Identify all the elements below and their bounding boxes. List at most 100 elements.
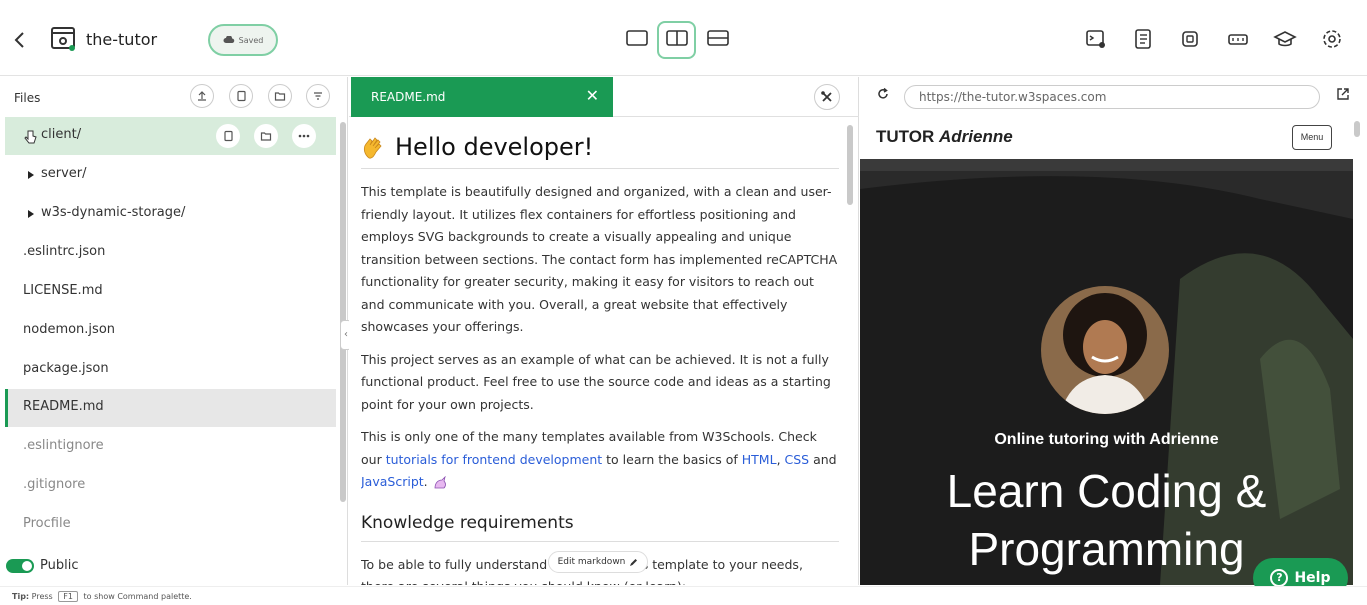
file-label: package.json <box>23 361 109 376</box>
tip-text-pre: Press <box>31 592 53 601</box>
file-row-nodemon[interactable]: nodemon.json <box>5 312 336 350</box>
upload-icon[interactable] <box>190 84 214 108</box>
link-css[interactable]: CSS <box>785 452 810 467</box>
cursor-hand-icon <box>23 129 37 145</box>
help-label: Help <box>1294 570 1331 586</box>
site-header: TUTOR Adrienne Menu <box>860 117 1353 159</box>
md-paragraph-1: This template is beautifully designed an… <box>361 184 838 334</box>
file-row-procfile[interactable]: Procfile <box>5 506 336 544</box>
file-label: .gitignore <box>23 477 86 492</box>
file-label: w3s-dynamic-storage/ <box>41 205 186 220</box>
log-icon[interactable] <box>1131 27 1155 51</box>
md-text: and <box>809 451 837 467</box>
toggle-switch[interactable] <box>6 558 34 573</box>
md-text: . <box>423 474 428 489</box>
caret-right-icon <box>27 209 35 219</box>
link-frontend-tutorials[interactable]: tutorials for frontend development <box>386 452 602 467</box>
project-name[interactable]: the-tutor <box>86 30 157 49</box>
file-row-eslintrc[interactable]: .eslintrc.json <box>5 234 336 272</box>
brand-name: Adrienne <box>938 127 1013 146</box>
public-toggle[interactable]: Public <box>6 558 78 573</box>
cloud-icon <box>223 36 234 43</box>
new-file-icon[interactable] <box>229 84 253 108</box>
question-icon: ? <box>1270 569 1289 587</box>
file-row-w3s-dynamic-storage[interactable]: w3s-dynamic-storage/ <box>5 195 336 233</box>
file-label: nodemon.json <box>23 322 116 337</box>
md-text: , <box>776 451 785 467</box>
saved-label: Saved <box>238 35 264 45</box>
editor-panel: README.md ✕ Hello developer! This templa… <box>349 77 859 585</box>
single-pane-icon[interactable] <box>625 28 649 48</box>
editor-scrollbar[interactable] <box>847 125 853 205</box>
edit-markdown-label: Edit markdown <box>557 557 626 567</box>
website-preview: TUTOR Adrienne Menu Online tutoring with… <box>860 117 1353 585</box>
md-paragraph-3: This is only one of the many templates a… <box>361 426 839 494</box>
tab-label: README.md <box>371 90 446 104</box>
saved-badge: Saved <box>208 24 278 56</box>
file-row-server[interactable]: server/ <box>5 156 336 194</box>
filter-icon[interactable] <box>306 84 330 108</box>
site-brand[interactable]: TUTOR Adrienne <box>876 127 1013 147</box>
hero-tagline: Online tutoring with Adrienne <box>994 431 1219 448</box>
edit-markdown-button[interactable]: Edit markdown <box>548 551 648 573</box>
ram-icon[interactable] <box>1226 27 1250 51</box>
reload-icon[interactable] <box>876 87 890 101</box>
new-file-icon[interactable] <box>216 124 240 148</box>
preview-url-bar: https://the-tutor.w3spaces.com <box>860 77 1367 117</box>
file-row-readme[interactable]: README.md <box>5 389 336 427</box>
new-folder-icon[interactable] <box>268 84 292 108</box>
pencil-icon <box>629 558 638 567</box>
open-external-icon[interactable] <box>1336 87 1350 101</box>
file-label: .eslintrc.json <box>23 244 106 259</box>
more-icon[interactable] <box>292 124 316 148</box>
tip-key: F1 <box>58 591 78 602</box>
waving-hand-icon <box>361 134 389 162</box>
graduation-cap-icon[interactable] <box>1273 27 1297 51</box>
new-folder-icon[interactable] <box>254 124 278 148</box>
chip-icon[interactable] <box>1178 27 1202 51</box>
tutor-portrait-image <box>1041 286 1169 414</box>
file-label: server/ <box>41 166 87 181</box>
files-panel: Files client/ server/ w3s-dynamic-storag… <box>0 77 352 585</box>
site-menu-button[interactable]: Menu <box>1292 125 1332 150</box>
split-horizontal-icon[interactable] <box>706 28 730 48</box>
tip-text-post: to show Command palette. <box>83 592 192 601</box>
preview-scrollbar[interactable] <box>1354 121 1360 137</box>
md-subheading: Knowledge requirements <box>361 504 839 542</box>
split-vertical-icon[interactable] <box>665 28 689 48</box>
md-heading: Hello developer! <box>361 117 839 169</box>
preview-panel: https://the-tutor.w3spaces.com TUTOR Adr… <box>860 77 1367 585</box>
files-title: Files <box>14 91 41 105</box>
file-row-gitignore[interactable]: .gitignore <box>5 467 336 505</box>
status-footer: Tip: Press F1 to show Command palette. <box>0 586 1367 605</box>
md-heading-text: Hello developer! <box>395 133 594 162</box>
top-bar: the-tutor Saved <box>0 0 1367 76</box>
markdown-preview: Hello developer! This template is beauti… <box>361 117 839 585</box>
project-icon <box>50 26 78 52</box>
file-row-license[interactable]: LICENSE.md <box>5 273 336 311</box>
file-label: client/ <box>41 127 82 142</box>
site-hero: Online tutoring with Adrienne Learn Codi… <box>860 159 1353 585</box>
back-arrow-icon[interactable] <box>10 28 30 52</box>
files-scrollbar[interactable] <box>340 122 346 502</box>
editor-tab-bar: README.md ✕ <box>349 77 859 117</box>
close-icon[interactable]: ✕ <box>586 86 599 105</box>
public-label: Public <box>40 558 79 573</box>
gear-icon[interactable] <box>1320 27 1344 51</box>
unicorn-icon <box>432 475 448 490</box>
file-label: LICENSE.md <box>23 283 103 298</box>
file-label: Procfile <box>23 516 71 531</box>
file-row-eslintignore[interactable]: .eslintignore <box>5 428 336 466</box>
file-row-client[interactable]: client/ <box>5 117 336 155</box>
file-row-package[interactable]: package.json <box>5 351 336 389</box>
md-text: to learn the basics of <box>602 451 742 467</box>
url-field[interactable]: https://the-tutor.w3spaces.com <box>904 85 1320 109</box>
tab-readme[interactable]: README.md ✕ <box>351 77 613 117</box>
tip-label: Tip: <box>12 592 30 601</box>
link-html[interactable]: HTML <box>742 452 777 467</box>
tools-icon[interactable] <box>814 84 840 110</box>
terminal-icon[interactable] <box>1084 27 1108 51</box>
md-paragraph-2: This project serves as an example of wha… <box>361 351 831 412</box>
files-header: Files <box>0 77 348 117</box>
link-javascript[interactable]: JavaScript <box>361 474 424 489</box>
